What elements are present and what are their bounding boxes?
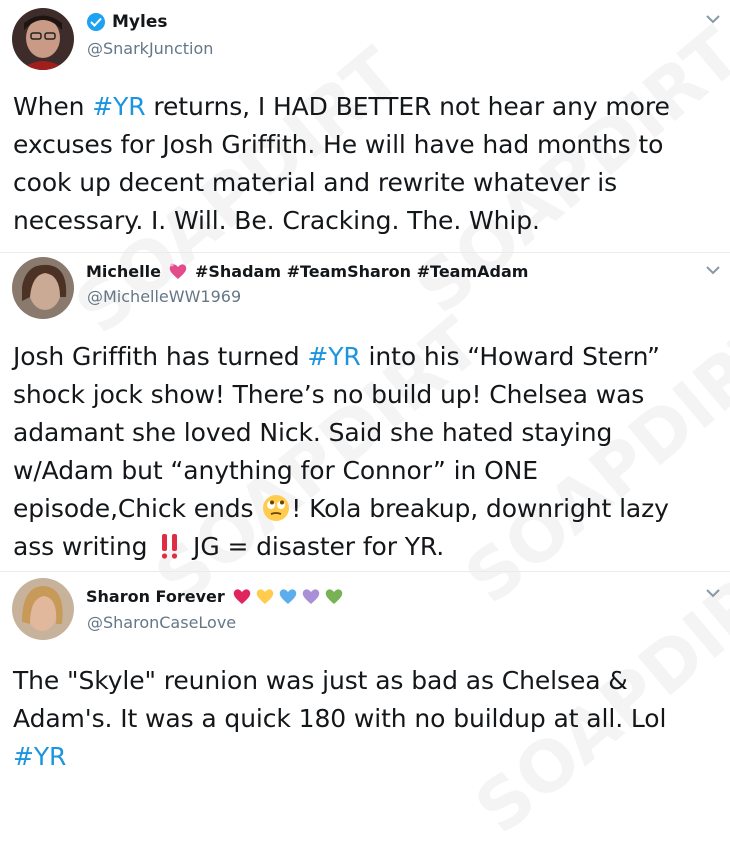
- tweet-text: The "Skyle" reunion was just as bad as C…: [13, 662, 713, 776]
- avatar[interactable]: [12, 578, 74, 640]
- tweet[interactable]: Myles @SnarkJunction When #YR returns, I…: [0, 0, 730, 252]
- tweet-text-segment: necessary. I. Will. Be. Cracking. The. W…: [13, 206, 540, 235]
- display-name: Sharon Forever: [86, 586, 225, 606]
- tweet-text-line: When #YR returns, I HAD BETTER not hear …: [13, 88, 713, 126]
- display-name: Michelle: [86, 261, 161, 281]
- chevron-down-icon[interactable]: [706, 14, 720, 24]
- tweet-text-segment: w/Adam but “anything for Connor” in ONE: [13, 456, 538, 485]
- tweet-text-line: w/Adam but “anything for Connor” in ONE: [13, 452, 713, 490]
- tweet-text: Josh Griffith has turned #YR into his “H…: [13, 338, 713, 566]
- tweet-text-line: adamant she loved Nick. Said she hated s…: [13, 414, 713, 452]
- user-handle[interactable]: @MichelleWW1969: [87, 287, 241, 306]
- tweet-text-segment: The "Skyle" reunion was just as bad as C…: [13, 666, 628, 695]
- chevron-down-icon[interactable]: [706, 265, 720, 275]
- display-name-hashtags: #Shadam #TeamSharon #TeamAdam: [194, 261, 529, 281]
- hashtag-link[interactable]: #YR: [13, 742, 66, 771]
- tweet-text-segment: returns, I HAD BETTER not hear any more: [145, 92, 670, 121]
- avatar[interactable]: [12, 257, 74, 319]
- display-name-row[interactable]: Michelle #Shadam #TeamSharon #TeamAdam: [86, 261, 528, 281]
- tweet-text-segment: ass writing: [13, 532, 156, 561]
- tweet-text-line: ass writing JG = disaster for YR.: [13, 528, 713, 566]
- tweet-text-line: Adam's. It was a quick 180 with no build…: [13, 700, 713, 738]
- chevron-down-icon[interactable]: [706, 588, 720, 598]
- tweet-text-line: episode,Chick ends ! Kola breakup, downr…: [13, 490, 713, 528]
- tweet[interactable]: Michelle #Shadam #TeamSharon #TeamAdam @…: [0, 253, 730, 571]
- heart-icon: [302, 589, 319, 604]
- verified-badge-icon: [87, 13, 105, 31]
- tweet-text-line: excuses for Josh Griffith. He will have …: [13, 126, 713, 164]
- tweet-text-segment: adamant she loved Nick. Said she hated s…: [13, 418, 613, 447]
- user-handle[interactable]: @SharonCaseLove: [87, 613, 236, 632]
- tweet-text-line: shock jock show! There’s no build up! Ch…: [13, 376, 713, 414]
- hashtag-link[interactable]: #YR: [307, 342, 360, 371]
- tweet-text-line: The "Skyle" reunion was just as bad as C…: [13, 662, 713, 700]
- tweet-text: When #YR returns, I HAD BETTER not hear …: [13, 88, 713, 240]
- avatar-image: [12, 257, 74, 319]
- heart-icon: [233, 589, 250, 604]
- tweet-text-line: necessary. I. Will. Be. Cracking. The. W…: [13, 202, 713, 240]
- display-name: Myles: [112, 12, 168, 32]
- tweet-text-segment: When: [13, 92, 93, 121]
- tweet-text-segment: Adam's. It was a quick 180 with no build…: [13, 704, 667, 733]
- avatar-image: [12, 578, 74, 640]
- user-handle[interactable]: @SnarkJunction: [87, 39, 213, 58]
- display-name-row[interactable]: Sharon Forever: [86, 586, 345, 606]
- tweet-text-segment: excuses for Josh Griffith. He will have …: [13, 130, 664, 159]
- tweet[interactable]: Sharon Forever @SharonCaseLove The "Skyl…: [0, 572, 730, 776]
- tweet-text-line: #YR: [13, 738, 713, 776]
- tweet-text-segment: cook up decent material and rewrite what…: [13, 168, 618, 197]
- tweet-text-line: cook up decent material and rewrite what…: [13, 164, 713, 202]
- heart-icon: [325, 589, 342, 604]
- face-with-rolling-eyes-icon: [263, 495, 290, 521]
- heart-sparkle-icon: [169, 263, 187, 279]
- tweet-text-segment: episode,Chick ends: [13, 494, 262, 523]
- double-exclamation-icon: [162, 534, 178, 559]
- avatar-image: [12, 8, 74, 70]
- tweet-text-segment: JG = disaster for YR.: [185, 532, 445, 561]
- heart-icon: [256, 589, 273, 604]
- hearts-emoji-row: [231, 586, 345, 606]
- avatar[interactable]: [12, 8, 74, 70]
- tweet-text-line: Josh Griffith has turned #YR into his “H…: [13, 338, 713, 376]
- tweet-text-segment: Josh Griffith has turned: [13, 342, 308, 371]
- tweet-text-segment: shock jock show! There’s no build up! Ch…: [13, 380, 645, 409]
- hashtag-link[interactable]: #YR: [92, 92, 145, 121]
- tweet-text-segment: ! Kola breakup, downright lazy: [291, 494, 669, 523]
- heart-icon: [279, 589, 296, 604]
- tweet-text-segment: into his “Howard Stern”: [360, 342, 660, 371]
- display-name-row[interactable]: Myles: [86, 12, 167, 32]
